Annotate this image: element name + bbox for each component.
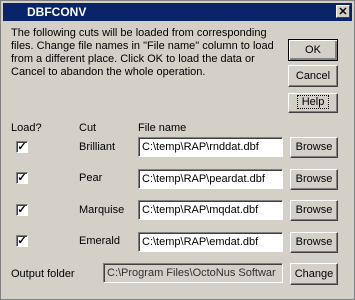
file-column-header: File name xyxy=(138,122,187,134)
file-name-input[interactable]: C:\temp\RAP\emdat.dbf xyxy=(138,232,283,252)
change-button[interactable]: Change xyxy=(290,263,338,285)
output-folder-field[interactable]: C:\Program Files\OctoNus Softwar xyxy=(103,263,283,283)
load-checkbox-emerald[interactable]: ✓ xyxy=(16,235,28,247)
help-label: Help xyxy=(296,95,330,109)
file-name-input[interactable]: C:\temp\RAP\rnddat.dbf xyxy=(138,137,283,157)
browse-button[interactable]: Browse xyxy=(290,232,338,253)
file-name-input[interactable]: C:\temp\RAP\peardat.dbf xyxy=(138,169,283,189)
browse-label: Browse xyxy=(295,173,333,185)
window-title: DBFCONV xyxy=(27,5,87,19)
cancel-label: Cancel xyxy=(295,70,331,82)
browse-label: Browse xyxy=(295,236,333,248)
load-column-header: Load? xyxy=(11,122,42,134)
close-button[interactable]: ✕ xyxy=(336,5,350,18)
cut-label: Pear xyxy=(79,172,103,184)
cut-label: Marquise xyxy=(79,204,125,216)
change-label: Change xyxy=(294,268,334,280)
help-button[interactable]: Help xyxy=(288,93,338,113)
instructions-text: The following cuts will be loaded from c… xyxy=(11,27,274,78)
title-bar[interactable]: DBFCONV ✕ xyxy=(3,3,352,21)
output-folder-label: Output folder xyxy=(11,268,75,280)
cut-label: Emerald xyxy=(79,235,120,247)
ok-label: OK xyxy=(305,44,321,56)
dialog-window: DBFCONV ✕ The following cuts will be loa… xyxy=(0,0,355,300)
cut-column-header: Cut xyxy=(79,122,97,134)
load-checkbox-brilliant[interactable]: ✓ xyxy=(16,141,28,153)
cut-label: Brilliant xyxy=(79,141,116,153)
browse-button[interactable]: Browse xyxy=(290,200,338,221)
browse-button[interactable]: Browse xyxy=(290,169,338,190)
load-checkbox-pear[interactable]: ✓ xyxy=(16,172,28,184)
load-checkbox-marquise[interactable]: ✓ xyxy=(16,204,28,216)
ok-button[interactable]: OK xyxy=(288,39,338,61)
browse-button[interactable]: Browse xyxy=(290,137,338,158)
browse-label: Browse xyxy=(295,204,333,216)
file-name-input[interactable]: C:\temp\RAP\mqdat.dbf xyxy=(138,200,283,220)
cancel-button[interactable]: Cancel xyxy=(288,65,338,87)
browse-label: Browse xyxy=(295,141,333,153)
